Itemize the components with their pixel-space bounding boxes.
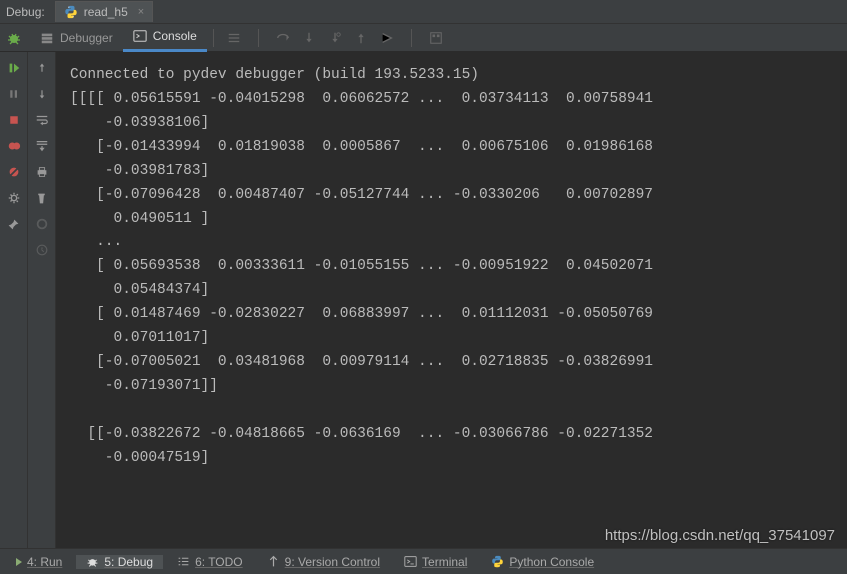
tab-console[interactable]: Console (123, 24, 207, 52)
main-area: Connected to pydev debugger (build 193.5… (0, 52, 847, 548)
todo-icon (177, 555, 190, 568)
bug-small-icon (86, 555, 99, 568)
left-gutter (0, 52, 28, 548)
bottom-todo[interactable]: 6: TODO (167, 555, 253, 569)
vcs-icon (267, 555, 280, 568)
clear-icon[interactable] (34, 190, 50, 206)
debugger-subtab-bar: Debugger Console (0, 24, 847, 52)
console-toolbar (226, 29, 444, 47)
history-icon[interactable] (34, 242, 50, 258)
up-icon[interactable] (34, 60, 50, 76)
bottom-debug[interactable]: 5: Debug (76, 555, 163, 569)
bug-icon[interactable] (6, 30, 22, 46)
run-to-cursor-icon[interactable] (379, 30, 395, 46)
mute-breakpoints-icon[interactable] (6, 164, 22, 180)
view-breakpoints-icon[interactable] (6, 138, 22, 154)
scroll-to-end-icon[interactable] (34, 138, 50, 154)
divider (213, 29, 214, 47)
close-icon[interactable]: × (138, 6, 144, 18)
watermark: https://blog.csdn.net/qq_37541097 (605, 527, 835, 544)
stop-icon[interactable] (6, 112, 22, 128)
bottom-vcs[interactable]: 9: Version Control (257, 555, 390, 569)
console-gutter (28, 52, 56, 548)
show-python-prompt-icon[interactable] (34, 216, 50, 232)
debug-label: Debug: (6, 5, 45, 19)
python-icon (64, 5, 78, 19)
script-name: read_h5 (84, 5, 128, 19)
soft-wrap-icon[interactable] (34, 112, 50, 128)
frames-icon (40, 31, 54, 45)
run-icon (16, 558, 22, 566)
step-into-icon[interactable] (301, 30, 317, 46)
tab-debugger-label: Debugger (60, 31, 113, 45)
console-icon (133, 29, 147, 43)
tab-console-label: Console (153, 29, 197, 43)
divider (258, 29, 259, 47)
resume-icon[interactable] (6, 60, 22, 76)
bottom-pyconsole[interactable]: Python Console (481, 555, 604, 569)
print-icon[interactable] (34, 164, 50, 180)
pin-icon[interactable] (6, 216, 22, 232)
pyconsole-icon (491, 555, 504, 568)
step-into-my-icon[interactable] (327, 30, 343, 46)
console-output[interactable]: Connected to pydev debugger (build 193.5… (56, 52, 847, 548)
debug-tab-bar: Debug: read_h5 × (0, 0, 847, 24)
menu-icon[interactable] (226, 30, 242, 46)
terminal-icon (404, 555, 417, 568)
down-icon[interactable] (34, 86, 50, 102)
step-over-icon[interactable] (275, 30, 291, 46)
bottom-run[interactable]: 4: Run (6, 555, 72, 569)
bottom-toolbar: 4: Run 5: Debug 6: TODO 9: Version Contr… (0, 548, 847, 574)
evaluate-icon[interactable] (428, 30, 444, 46)
bottom-terminal[interactable]: Terminal (394, 555, 477, 569)
settings-icon[interactable] (6, 190, 22, 206)
run-config-tab[interactable]: read_h5 × (55, 1, 153, 22)
tab-debugger[interactable]: Debugger (30, 24, 123, 52)
step-out-icon[interactable] (353, 30, 369, 46)
divider (411, 29, 412, 47)
pause-icon[interactable] (6, 86, 22, 102)
